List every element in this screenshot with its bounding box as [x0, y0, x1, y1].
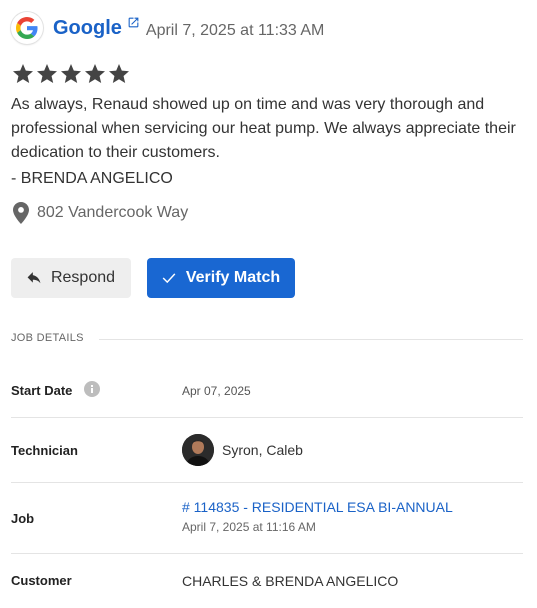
review-address: 802 Vandercook Way	[13, 202, 188, 224]
job-link[interactable]: # 114835 - RESIDENTIAL ESA BI-ANNUAL	[182, 499, 453, 515]
job-label: Job	[11, 511, 35, 526]
check-icon	[162, 273, 176, 284]
star-icon	[109, 64, 129, 83]
technician-avatar	[182, 434, 214, 466]
review-text: As always, Renaud showed up on time and …	[11, 96, 516, 161]
star-rating	[11, 62, 131, 86]
row-divider	[11, 417, 523, 418]
job-details-title: JOB DETAILS	[11, 332, 84, 344]
technician-label: Technician	[11, 443, 78, 458]
row-divider	[11, 553, 523, 554]
verify-label: Verify Match	[185, 269, 281, 286]
star-icon	[13, 64, 33, 83]
customer-label: Customer	[11, 573, 72, 588]
star-icon	[37, 64, 57, 83]
review-header: Google April 7, 2025 at 11:33 AM	[11, 12, 324, 44]
address-text: 802 Vandercook Way	[37, 204, 189, 221]
respond-button[interactable]: Respond	[11, 258, 131, 298]
star-icon	[61, 64, 81, 83]
start-date-value: Apr 07, 2025	[182, 384, 251, 398]
row-divider	[11, 482, 523, 483]
start-date-label: Start Date	[11, 381, 101, 400]
google-logo-icon	[11, 12, 43, 44]
section-divider	[99, 339, 523, 340]
start-date-label-text: Start Date	[11, 383, 73, 398]
external-link-icon[interactable]	[127, 16, 140, 34]
source-link[interactable]: Google	[53, 17, 140, 40]
review-date: April 7, 2025 at 11:33 AM	[145, 22, 325, 39]
respond-label: Respond	[50, 269, 116, 286]
technician-name: Syron, Caleb	[222, 442, 303, 458]
info-icon[interactable]	[84, 381, 101, 400]
verify-match-button[interactable]: Verify Match	[147, 258, 295, 298]
customer-value: CHARLES & BRENDA ANGELICO	[182, 573, 399, 589]
map-pin-icon	[13, 202, 29, 224]
reviewer-name: - BRENDA ANGELICO	[11, 170, 173, 187]
source-name[interactable]: Google	[53, 17, 122, 40]
job-date: April 7, 2025 at 11:16 AM	[182, 520, 316, 534]
reply-icon	[27, 272, 41, 284]
star-icon	[85, 64, 105, 83]
